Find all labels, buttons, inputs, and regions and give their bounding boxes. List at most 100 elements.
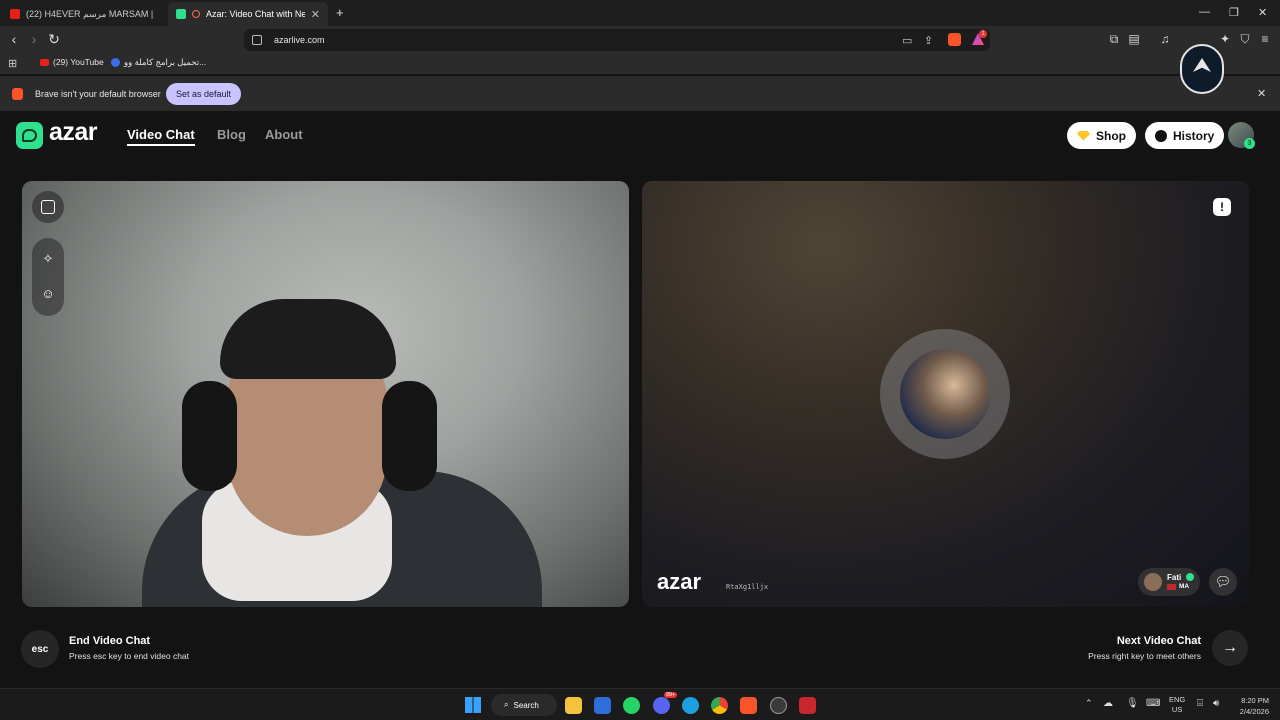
- site-icon: [111, 58, 120, 67]
- clock[interactable]: 8:20 PM 2/4/2026: [1225, 695, 1269, 717]
- next-chat-title: Next Video Chat: [1116, 635, 1201, 647]
- browser-toolbar: ‹ › ↻ 🔖︎ azarlive.com ▭ ⇪ 1 ⧉ ▤ ♫ ✦ ⛉ ≡: [0, 26, 1280, 94]
- new-tab-button[interactable]: +: [336, 5, 344, 20]
- nav-blog[interactable]: Blog: [217, 127, 246, 142]
- microphone-icon[interactable]: 🎙︎: [1126, 698, 1139, 709]
- youtube-icon: [10, 9, 20, 19]
- history-label: History: [1173, 128, 1215, 143]
- apps-grid-icon[interactable]: ⊞: [8, 57, 17, 70]
- arrow-right-icon: →: [1222, 639, 1238, 656]
- clock-icon: [1155, 129, 1167, 142]
- whatsapp-icon[interactable]: [623, 697, 640, 714]
- menu-icon[interactable]: ≡: [1258, 32, 1272, 46]
- profile-logo-icon[interactable]: [1180, 44, 1224, 94]
- bookmark-youtube[interactable]: (29) YouTube: [40, 57, 104, 67]
- onedrive-icon[interactable]: ☁︎: [1103, 698, 1113, 709]
- back-icon[interactable]: ‹: [6, 31, 22, 47]
- expand-button[interactable]: [32, 191, 64, 223]
- forward-icon[interactable]: ›: [26, 31, 42, 47]
- bookmark-label: (29) YouTube: [53, 57, 104, 67]
- chat-icon[interactable]: 💬︎: [1209, 568, 1237, 596]
- close-window-icon[interactable]: ✕: [1258, 6, 1267, 19]
- close-infobar-icon[interactable]: ✕: [1257, 87, 1266, 100]
- tab-azar[interactable]: Azar: Video Chat with New Pe ✕: [168, 2, 328, 26]
- morocco-flag-icon: [1167, 584, 1176, 590]
- date-label: 2/4/2026: [1239, 707, 1269, 716]
- edge-icon[interactable]: [682, 697, 699, 714]
- azar-logo-icon[interactable]: [16, 122, 43, 149]
- peer-info-chip[interactable]: Fati MA: [1138, 568, 1200, 596]
- next-chat-button[interactable]: →: [1212, 630, 1248, 666]
- bookmark-software[interactable]: تحميل برامج كاملة وو...: [111, 57, 206, 68]
- end-chat-button[interactable]: esc: [21, 630, 59, 668]
- default-browser-infobar: Brave isn't your default browser Set as …: [0, 76, 1280, 111]
- bookmarks-bar: ⊞ (29) YouTube تحميل برامج كاملة وو...: [0, 53, 1280, 74]
- search-label: Search: [513, 700, 539, 710]
- keyboard-icon[interactable]: ⌨︎: [1146, 698, 1160, 709]
- bookmark-label: تحميل برامج كاملة وو...: [124, 57, 207, 67]
- tab-label: Azar: Video Chat with New Pe: [206, 9, 305, 19]
- set-as-default-button[interactable]: Set as default: [166, 83, 241, 105]
- recording-icon: [192, 10, 200, 18]
- show-hidden-icons[interactable]: ⌃: [1085, 698, 1093, 709]
- close-tab-icon[interactable]: ✕: [311, 8, 320, 21]
- chrome-icon[interactable]: [711, 697, 728, 714]
- end-chat-hint: Press esc key to end video chat: [69, 651, 190, 661]
- gem-icon: [1077, 130, 1090, 141]
- peer-mini-avatar: [1144, 573, 1162, 591]
- reload-icon[interactable]: ↻: [46, 31, 62, 47]
- watermark-id: RtaXg1lljx: [726, 583, 769, 591]
- browser-tab-strip: (22) H4EVER مرسم MARSAM || الأتش Azar: V…: [0, 0, 1280, 26]
- report-icon[interactable]: !: [1213, 198, 1231, 216]
- volume-icon[interactable]: 🔊︎: [1213, 698, 1219, 709]
- address-bar[interactable]: azarlive.com ▭ ⇪ 1: [244, 29, 990, 51]
- maximize-icon[interactable]: ❐: [1229, 6, 1239, 19]
- network-icon[interactable]: ⌹: [1197, 698, 1203, 709]
- lang-label: ENG: [1169, 695, 1186, 704]
- discord-icon[interactable]: [653, 697, 670, 714]
- face-filter-icon[interactable]: ☺: [40, 286, 56, 302]
- brave-logo-icon: [12, 88, 23, 100]
- avatar-badge: 3: [1244, 138, 1255, 149]
- share-icon[interactable]: ⇪: [924, 34, 933, 47]
- history-button[interactable]: History: [1145, 122, 1225, 149]
- azar-favicon-icon: [176, 9, 186, 19]
- nav-video-chat[interactable]: Video Chat: [127, 127, 195, 146]
- headphone-right: [382, 381, 437, 491]
- region-label: US: [1171, 705, 1183, 714]
- app-icon[interactable]: [770, 697, 787, 714]
- discord-badge: 99+: [664, 692, 678, 698]
- magic-wand-icon[interactable]: ✧: [40, 251, 56, 267]
- vpn-icon[interactable]: ⛉: [1238, 32, 1252, 46]
- infobar-message: Brave isn't your default browser: [35, 89, 161, 99]
- pin-icon[interactable]: ✦: [1218, 32, 1232, 46]
- end-chat-title: End Video Chat: [69, 635, 151, 647]
- expand-icon: [41, 200, 55, 214]
- media-icon[interactable]: ♫: [1158, 32, 1172, 46]
- nav-about[interactable]: About: [265, 127, 303, 142]
- file-explorer-icon[interactable]: [565, 697, 582, 714]
- local-video: [22, 181, 629, 607]
- app-icon-2[interactable]: [799, 697, 816, 714]
- tab-youtube[interactable]: (22) H4EVER مرسم MARSAM || الأتش: [2, 2, 162, 26]
- brave-icon[interactable]: [740, 697, 757, 714]
- sidebar-icon[interactable]: ▤: [1127, 32, 1141, 46]
- shop-button[interactable]: Shop: [1067, 122, 1136, 149]
- next-chat-hint: Press right key to meet others: [1088, 651, 1201, 661]
- language-indicator[interactable]: ENG US: [1169, 695, 1185, 715]
- peer-avatar: [900, 349, 990, 439]
- windows-start-icon[interactable]: [465, 697, 481, 713]
- azar-watermark: azar: [657, 569, 702, 594]
- minimize-icon[interactable]: —: [1199, 6, 1210, 18]
- cast-icon[interactable]: ▭: [902, 34, 912, 47]
- mail-icon[interactable]: [594, 697, 611, 714]
- site-info-icon[interactable]: [252, 35, 262, 45]
- url-text: azarlive.com: [274, 35, 325, 45]
- brave-shields-icon[interactable]: [948, 33, 961, 46]
- shop-label: Shop: [1096, 128, 1126, 143]
- search-icon: ⌕: [504, 700, 509, 709]
- taskbar-search[interactable]: ⌕ Search: [491, 694, 557, 716]
- rewards-badge: 1: [979, 30, 987, 38]
- extensions-icon[interactable]: ⧉: [1107, 32, 1121, 46]
- azar-logo-text[interactable]: azar: [49, 118, 98, 147]
